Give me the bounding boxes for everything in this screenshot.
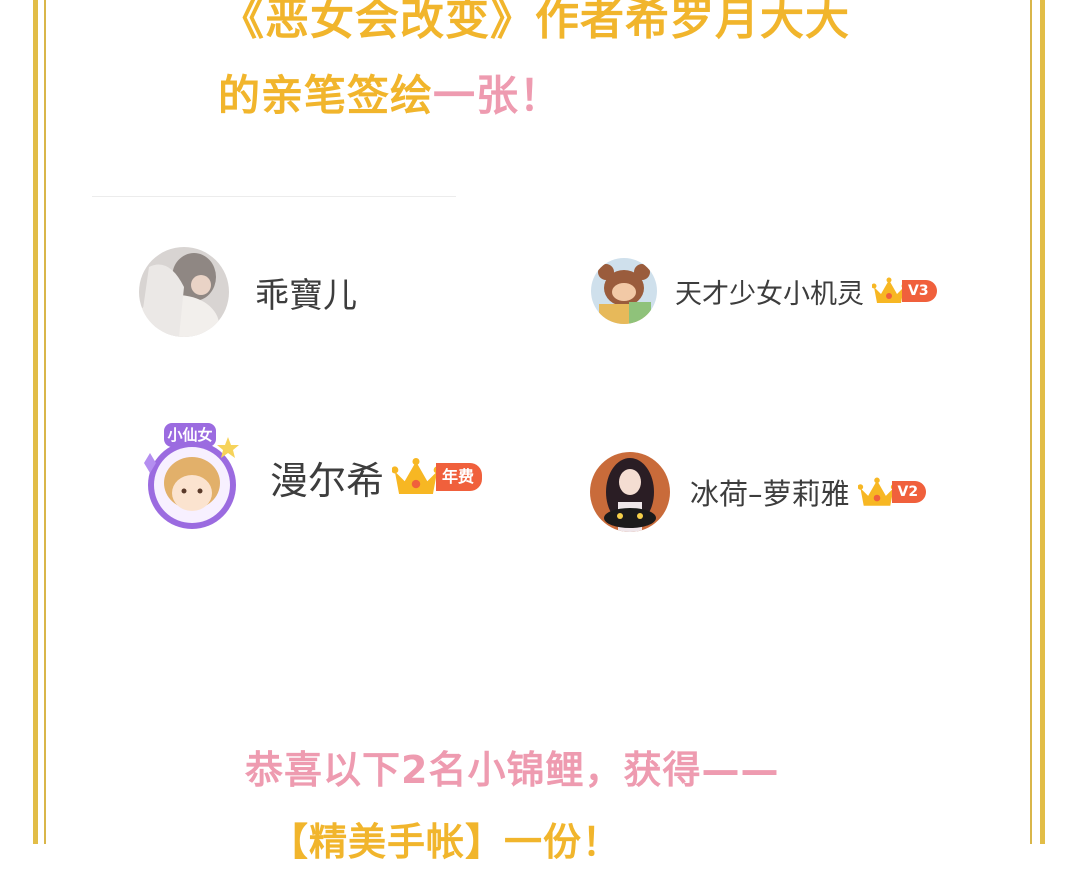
avatar[interactable] xyxy=(590,452,670,532)
headline-line-1: 《恶女会改变》作者希罗月大大 xyxy=(220,0,850,45)
prize-text: 【精美手帐】一份！ xyxy=(270,820,622,864)
vip-level-tag: V2 xyxy=(891,481,927,503)
headline-line-2: 的亲笔签绘一张！ xyxy=(218,68,562,124)
frame-inner-border-right xyxy=(1030,0,1032,844)
winner-name: 漫尔希 xyxy=(270,458,385,503)
headline-line-2-tail: 一张！ xyxy=(433,71,563,120)
winner-item-2[interactable]: 天才少女小机灵 V3 xyxy=(591,258,937,324)
crown-icon xyxy=(392,457,441,494)
vip-level-tag: 年费 xyxy=(436,463,483,491)
winner-name: 冰荷–萝莉雅 xyxy=(690,477,850,511)
crown-icon xyxy=(872,277,906,303)
headline-line-2-main: 的亲笔签绘 xyxy=(218,71,434,120)
vip-badge: 年费 xyxy=(392,457,483,497)
divider xyxy=(92,196,456,197)
avatar[interactable]: 小仙女 xyxy=(136,423,244,531)
avatar[interactable] xyxy=(591,258,657,324)
crown-icon xyxy=(857,477,896,506)
congrats-text: 恭喜以下2名小锦鲤，获得—— xyxy=(245,748,780,792)
vip-badge: V2 xyxy=(857,477,927,508)
winner-item-3[interactable]: 小仙女 漫尔希 年费 xyxy=(136,423,483,531)
avatar[interactable] xyxy=(139,247,229,337)
winner-item-4[interactable]: 冰荷–萝莉雅 V2 xyxy=(590,452,927,532)
winner-item-1[interactable]: 乖寶儿 xyxy=(139,247,357,337)
vip-badge: V3 xyxy=(872,277,937,305)
winner-name: 天才少女小机灵 xyxy=(675,278,864,310)
frame-border-right xyxy=(1040,0,1045,844)
vip-level-tag: V3 xyxy=(902,280,937,302)
winner-name: 乖寶儿 xyxy=(255,275,357,316)
frame-inner-border-left xyxy=(44,0,46,844)
avatar-frame-label: 小仙女 xyxy=(167,426,213,444)
frame-border-left xyxy=(33,0,38,844)
